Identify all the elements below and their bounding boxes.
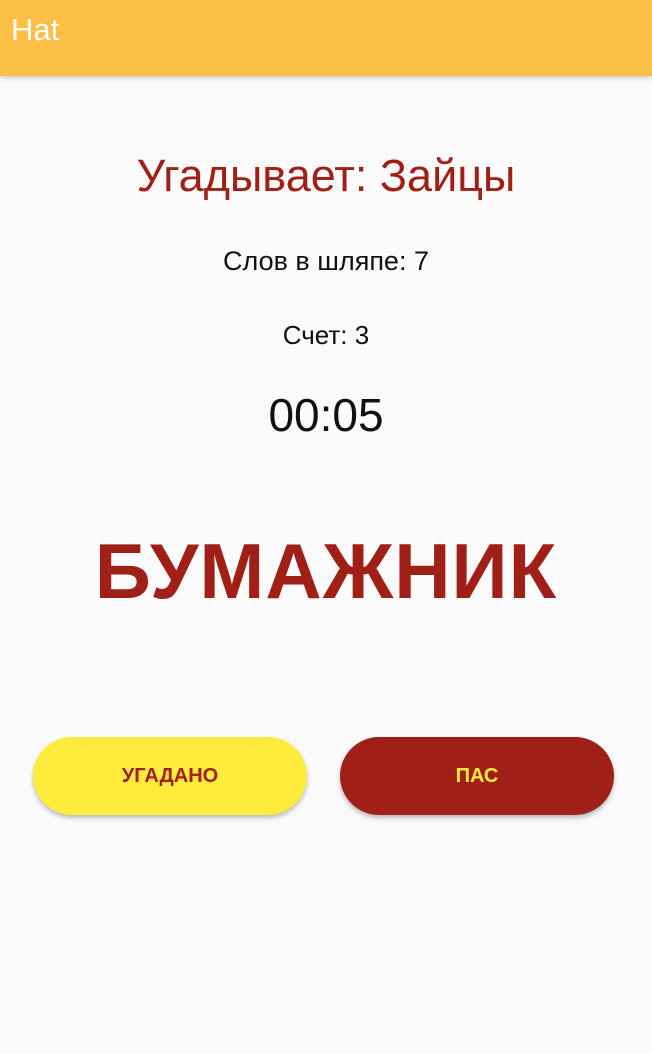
timer: 00:05 [268,389,384,441]
game-screen: Угадывает: Зайцы Слов в шляпе: 7 Счет: 3… [0,76,652,1054]
score-label: Счет: 3 [282,320,370,350]
app-bar: Hat [0,0,652,76]
guessed-button[interactable]: УГАДАНО [33,737,307,815]
pass-button[interactable]: ПАС [340,737,614,815]
guessing-team-label: Угадывает: Зайцы [136,150,516,201]
words-in-hat-label: Слов в шляпе: 7 [223,246,429,276]
current-word: БУМАЖНИК [94,527,558,615]
app-title: Hat [11,12,60,47]
